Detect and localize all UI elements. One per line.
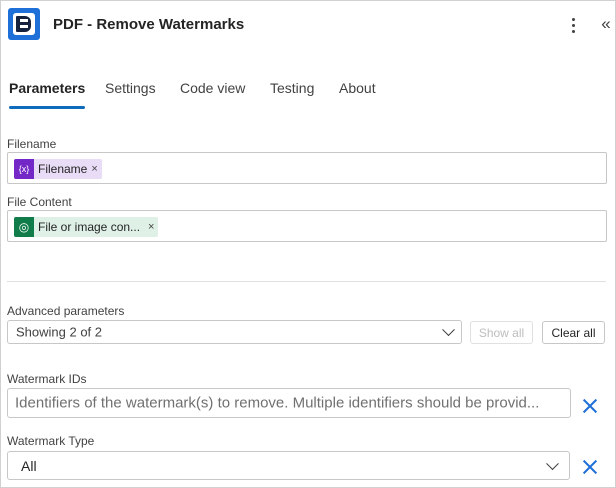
panel-title: PDF - Remove Watermarks — [53, 16, 245, 33]
token-remove-icon[interactable]: × — [91, 163, 101, 175]
double-chevron-left-icon[interactable]: « — [595, 13, 613, 35]
tab-testing[interactable]: Testing — [270, 79, 314, 109]
tab-settings[interactable]: Settings — [105, 79, 156, 109]
watermark-type-dropdown[interactable]: All — [7, 451, 570, 480]
dataverse-icon: ◎ — [14, 217, 34, 237]
active-tab-indicator — [9, 106, 86, 109]
watermark-ids-placeholder: Identifiers of the watermark(s) to remov… — [15, 394, 540, 412]
tab-code-view[interactable]: Code view — [180, 79, 245, 109]
action-panel: PDF - Remove Watermarks « Parameters Set… — [0, 0, 616, 488]
tab-about[interactable]: About — [339, 79, 376, 109]
more-options-icon[interactable] — [564, 14, 582, 36]
chevron-down-icon — [442, 323, 455, 337]
watermark-ids-input[interactable]: Identifiers of the watermark(s) to remov… — [7, 388, 571, 418]
dropdown-value: All — [21, 457, 37, 474]
filename-label: Filename — [7, 137, 57, 151]
watermark-ids-label: Watermark IDs — [7, 372, 87, 386]
chevron-down-icon — [546, 456, 559, 470]
remove-parameter-icon[interactable] — [581, 458, 599, 476]
advanced-parameters-label: Advanced parameters — [7, 304, 125, 318]
clear-all-button[interactable]: Clear all — [542, 321, 605, 344]
filename-field[interactable]: {x} Filename × — [7, 152, 607, 184]
token-remove-icon[interactable]: × — [144, 221, 158, 233]
tab-label: Parameters — [9, 80, 86, 96]
file-content-label: File Content — [7, 195, 72, 209]
token-text: File or image con... — [38, 220, 141, 234]
watermark-type-label: Watermark Type — [7, 434, 95, 448]
file-content-field[interactable]: ◎ File or image con... × — [7, 210, 607, 242]
variable-icon: {x} — [14, 159, 34, 179]
filename-token[interactable]: {x} Filename × — [14, 159, 102, 179]
tab-parameters[interactable]: Parameters — [9, 79, 86, 109]
file-content-token[interactable]: ◎ File or image con... × — [14, 217, 159, 237]
remove-parameter-icon[interactable] — [581, 397, 599, 415]
section-divider — [7, 281, 606, 282]
show-all-button[interactable]: Show all — [470, 321, 533, 344]
advanced-parameters-dropdown[interactable]: Showing 2 of 2 — [7, 320, 462, 344]
encodian-logo-icon — [8, 8, 40, 40]
dropdown-value: Showing 2 of 2 — [16, 324, 103, 340]
token-text: Filename — [38, 162, 88, 176]
